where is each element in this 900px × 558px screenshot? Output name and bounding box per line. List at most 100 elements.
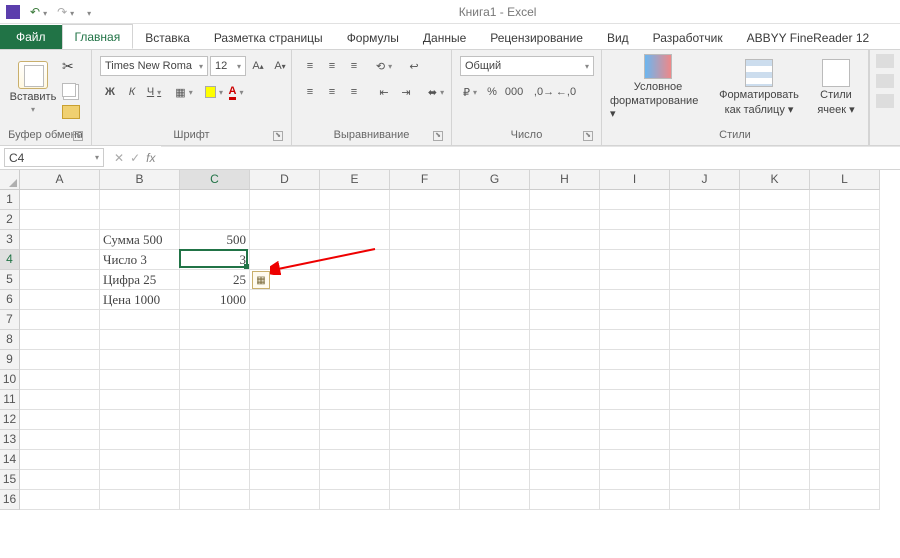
row-header-14[interactable]: 14 [0,450,20,470]
cell-J13[interactable] [670,430,740,450]
cell-K15[interactable] [740,470,810,490]
cell-L7[interactable] [810,310,880,330]
cell-H2[interactable] [530,210,600,230]
cell-C11[interactable] [180,390,250,410]
number-format-select[interactable]: Общий [460,56,594,76]
row-header-3[interactable]: 3 [0,230,20,250]
cell-C4[interactable]: 3 [180,250,250,270]
cell-G1[interactable] [460,190,530,210]
cell-H12[interactable] [530,410,600,430]
cell-B6[interactable]: Цена 1000 [100,290,180,310]
cell-K6[interactable] [740,290,810,310]
cell-A3[interactable] [20,230,100,250]
cell-C2[interactable] [180,210,250,230]
extra-icon-3[interactable] [876,94,894,108]
italic-button[interactable]: К [122,82,142,102]
cell-G7[interactable] [460,310,530,330]
col-header-A[interactable]: A [20,170,100,190]
cell-B16[interactable] [100,490,180,510]
cell-I14[interactable] [600,450,670,470]
cell-G13[interactable] [460,430,530,450]
col-header-K[interactable]: K [740,170,810,190]
cell-F15[interactable] [390,470,460,490]
col-header-J[interactable]: J [670,170,740,190]
cell-K4[interactable] [740,250,810,270]
cell-I15[interactable] [600,470,670,490]
number-launcher[interactable]: ⬊ [583,131,593,141]
cell-L4[interactable] [810,250,880,270]
undo-button[interactable]: ↶ [30,5,47,19]
cell-C7[interactable] [180,310,250,330]
cell-K9[interactable] [740,350,810,370]
cell-B7[interactable] [100,310,180,330]
extra-icon-2[interactable] [876,74,894,88]
paste-button[interactable]: Вставить ▾ [8,54,58,120]
cell-H9[interactable] [530,350,600,370]
cell-D13[interactable] [250,430,320,450]
align-left-icon[interactable]: ≡ [300,82,320,102]
align-launcher[interactable]: ⬊ [433,131,443,141]
cell-F10[interactable] [390,370,460,390]
tab-insert[interactable]: Вставка [133,26,202,49]
decrease-indent-icon[interactable]: ⇤ [374,82,394,102]
col-header-G[interactable]: G [460,170,530,190]
cell-F9[interactable] [390,350,460,370]
cell-I11[interactable] [600,390,670,410]
cell-L3[interactable] [810,230,880,250]
cell-D9[interactable] [250,350,320,370]
cell-C15[interactable] [180,470,250,490]
cell-H1[interactable] [530,190,600,210]
cell-J12[interactable] [670,410,740,430]
cell-E10[interactable] [320,370,390,390]
cell-H11[interactable] [530,390,600,410]
cell-A11[interactable] [20,390,100,410]
font-name-select[interactable]: Times New Roma [100,56,208,76]
cell-L2[interactable] [810,210,880,230]
decrease-font-icon[interactable]: A▾ [270,56,290,76]
autofill-smarttag-icon[interactable]: ▦ [252,271,270,289]
cell-L11[interactable] [810,390,880,410]
cell-E6[interactable] [320,290,390,310]
cell-C13[interactable] [180,430,250,450]
cell-B4[interactable]: Число 3 [100,250,180,270]
cell-F16[interactable] [390,490,460,510]
cell-K12[interactable] [740,410,810,430]
cell-L15[interactable] [810,470,880,490]
cell-C16[interactable] [180,490,250,510]
cell-C9[interactable] [180,350,250,370]
tab-abbyy[interactable]: ABBYY FineReader 12 [735,26,882,49]
cell-D1[interactable] [250,190,320,210]
cell-F5[interactable] [390,270,460,290]
row-header-9[interactable]: 9 [0,350,20,370]
cell-K3[interactable] [740,230,810,250]
cell-B5[interactable]: Цифра 25 [100,270,180,290]
row-header-15[interactable]: 15 [0,470,20,490]
cell-B13[interactable] [100,430,180,450]
cell-D10[interactable] [250,370,320,390]
align-center-icon[interactable]: ≡ [322,82,342,102]
font-color-button[interactable]: A [226,82,246,102]
cell-K10[interactable] [740,370,810,390]
cell-L16[interactable] [810,490,880,510]
cell-G12[interactable] [460,410,530,430]
cell-J1[interactable] [670,190,740,210]
cell-F2[interactable] [390,210,460,230]
cell-D2[interactable] [250,210,320,230]
increase-font-icon[interactable]: A▴ [248,56,268,76]
cell-K2[interactable] [740,210,810,230]
cell-K14[interactable] [740,450,810,470]
comma-format-icon[interactable]: 000 [504,82,524,102]
cell-E11[interactable] [320,390,390,410]
cell-J10[interactable] [670,370,740,390]
cell-A13[interactable] [20,430,100,450]
cell-I12[interactable] [600,410,670,430]
col-header-F[interactable]: F [390,170,460,190]
cell-E16[interactable] [320,490,390,510]
cell-J5[interactable] [670,270,740,290]
cell-C8[interactable] [180,330,250,350]
cell-J9[interactable] [670,350,740,370]
col-header-D[interactable]: D [250,170,320,190]
qat-customize[interactable] [84,5,91,19]
cell-J11[interactable] [670,390,740,410]
cell-A5[interactable] [20,270,100,290]
